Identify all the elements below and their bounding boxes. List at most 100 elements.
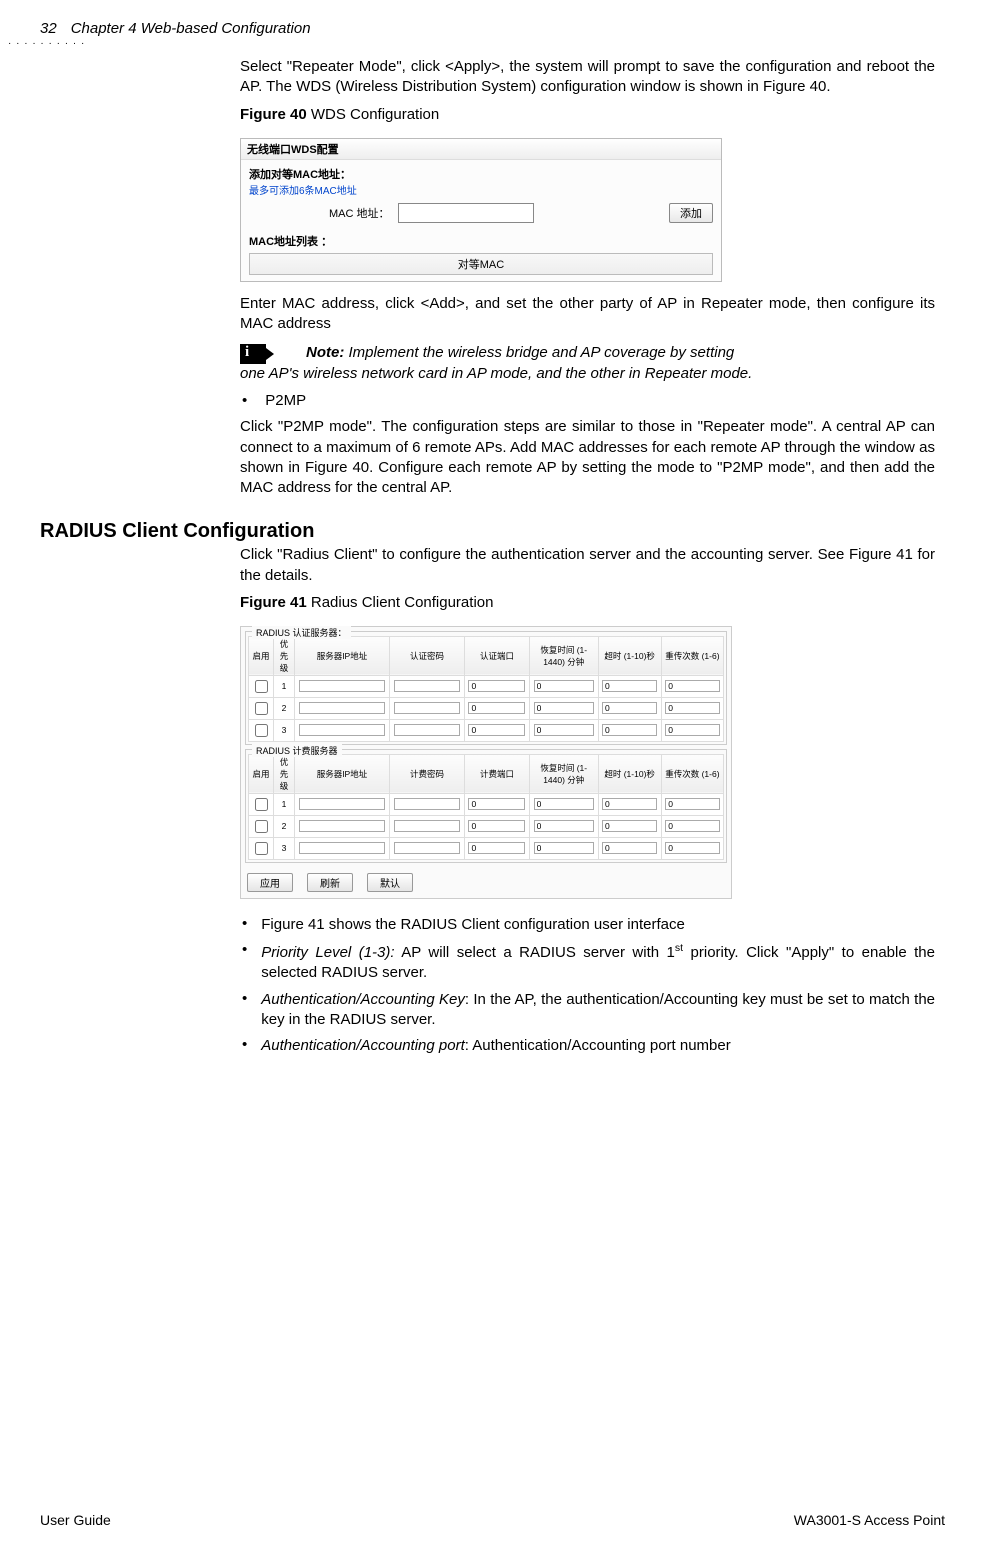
figure40-hint: 最多可添加6条MAC地址 [249,182,713,197]
port-input[interactable] [468,680,525,692]
col-enable: 启用 [249,636,274,675]
figure40-mac-input[interactable] [398,203,534,223]
page-header: 32 Chapter 4 Web-based Configuration [40,20,945,37]
server-ip-input[interactable] [299,680,385,692]
priority-cell: 2 [274,815,295,837]
bullet-p2mp: • P2MP [240,392,935,409]
timeout-input[interactable] [602,820,657,832]
default-button[interactable]: 默认 [367,873,413,892]
recover-input[interactable] [534,724,594,736]
timeout-input[interactable] [602,702,657,714]
col-acct-key: 计费密码 [389,754,464,793]
enable-checkbox[interactable] [255,798,268,811]
bullet-dot-icon: • [242,941,247,984]
info-icon [240,344,266,364]
timeout-input[interactable] [602,724,657,736]
col-retry: 重传次数 (1-6) [661,754,723,793]
figure40-panel: 无线端口WDS配置 添加对等MAC地址： 最多可添加6条MAC地址 MAC 地址… [240,138,722,282]
bullet4-label: Authentication/Accounting port [261,1037,464,1054]
acct-key-input[interactable] [394,842,461,854]
figure41-acct-legend: RADIUS 计费服务器 [252,744,342,757]
col-priority: 优先级 [274,754,295,793]
acct-key-input[interactable] [394,798,461,810]
enable-checkbox[interactable] [255,680,268,693]
table-row: 2 [249,815,724,837]
figure40-body: 添加对等MAC地址： 最多可添加6条MAC地址 MAC 地址： 添加 MAC地址… [241,160,721,281]
auth-key-input[interactable] [394,724,461,736]
page-number: 32 [40,20,57,37]
figure41-auth-legend: RADIUS 认证服务器： [252,626,351,639]
port-input[interactable] [468,702,525,714]
figure41-auth-group: RADIUS 认证服务器： 启用 优先级 服务器IP地址 认证密码 认证端口 恢… [245,631,727,745]
apply-button[interactable]: 应用 [247,873,293,892]
col-acct-port: 计费端口 [464,754,529,793]
retry-input[interactable] [665,798,719,810]
retry-input[interactable] [665,724,719,736]
paragraph-after-fig40: Enter MAC address, click <Add>, and set … [240,294,935,335]
bullet-row-4: • Authentication/Accounting port: Authen… [240,1036,935,1056]
col-server-ip: 服务器IP地址 [294,636,389,675]
enable-checkbox[interactable] [255,842,268,855]
bullet4-rest: : Authentication/Accounting port number [465,1037,731,1054]
header-decoration: · · · · · · · · · · [8,38,85,49]
col-auth-port: 认证端口 [464,636,529,675]
figure41-label: Figure 41 [240,594,307,611]
section-heading-radius: RADIUS Client Configuration [40,520,945,543]
bullet-row-2: • Priority Level (1-3): AP will select a… [240,941,935,984]
recover-input[interactable] [534,820,594,832]
acct-key-input[interactable] [394,820,461,832]
timeout-input[interactable] [602,680,657,692]
server-ip-input[interactable] [299,820,385,832]
recover-input[interactable] [534,680,594,692]
recover-input[interactable] [534,798,594,810]
recover-input[interactable] [534,842,594,854]
port-input[interactable] [468,820,525,832]
figure40-list-label-text: MAC地址列表 ： [249,236,332,248]
port-input[interactable] [468,798,525,810]
figure40-label: Figure 40 [240,106,307,123]
timeout-input[interactable] [602,798,657,810]
recover-input[interactable] [534,702,594,714]
timeout-input[interactable] [602,842,657,854]
port-input[interactable] [468,724,525,736]
note-rest: one AP's wireless network card in AP mod… [240,364,935,384]
priority-cell: 3 [274,837,295,859]
page-footer: User Guide WA3001-S Access Point [40,1512,945,1528]
auth-key-input[interactable] [394,702,461,714]
figure40-mac-row: MAC 地址： 添加 [249,203,713,223]
figure41-panel: RADIUS 认证服务器： 启用 优先级 服务器IP地址 认证密码 认证端口 恢… [240,626,732,899]
footer-left: User Guide [40,1512,111,1528]
refresh-button[interactable]: 刷新 [307,873,353,892]
priority-cell: 1 [274,793,295,815]
retry-input[interactable] [665,680,719,692]
paragraph-p2mp: Click "P2MP mode". The configuration ste… [240,417,935,498]
bullet2-label: Priority Level (1-3): [261,944,394,961]
col-auth-key: 认证密码 [389,636,464,675]
priority-cell: 1 [274,675,295,697]
note-row: Note: Implement the wireless bridge and … [240,344,935,364]
retry-input[interactable] [665,842,719,854]
server-ip-input[interactable] [299,702,385,714]
bullet2-sup: st [675,942,683,954]
figure41-acct-table: 启用 优先级 服务器IP地址 计费密码 计费端口 恢复时间 (1-1440) 分… [248,754,724,860]
server-ip-input[interactable] [299,798,385,810]
col-server-ip: 服务器IP地址 [294,754,389,793]
figure41-acct-group: RADIUS 计费服务器 启用 优先级 服务器IP地址 计费密码 计费端口 恢复… [245,749,727,863]
retry-input[interactable] [665,702,719,714]
figure41-auth-table: 启用 优先级 服务器IP地址 认证密码 认证端口 恢复时间 (1-1440) 分… [248,636,724,742]
enable-checkbox[interactable] [255,820,268,833]
paragraph-radius-intro: Click "Radius Client" to configure the a… [240,545,935,586]
retry-input[interactable] [665,820,719,832]
server-ip-input[interactable] [299,842,385,854]
table-row: 2 [249,697,724,719]
enable-checkbox[interactable] [255,724,268,737]
figure40-line1: 添加对等MAC地址： [249,169,351,181]
bullet-dot-icon: • [242,1036,247,1056]
bullet4-text: Authentication/Accounting port: Authenti… [261,1036,935,1056]
enable-checkbox[interactable] [255,702,268,715]
note-line1-text: Implement the wireless bridge and AP cov… [344,344,734,361]
server-ip-input[interactable] [299,724,385,736]
port-input[interactable] [468,842,525,854]
auth-key-input[interactable] [394,680,461,692]
figure40-add-button[interactable]: 添加 [669,203,713,223]
